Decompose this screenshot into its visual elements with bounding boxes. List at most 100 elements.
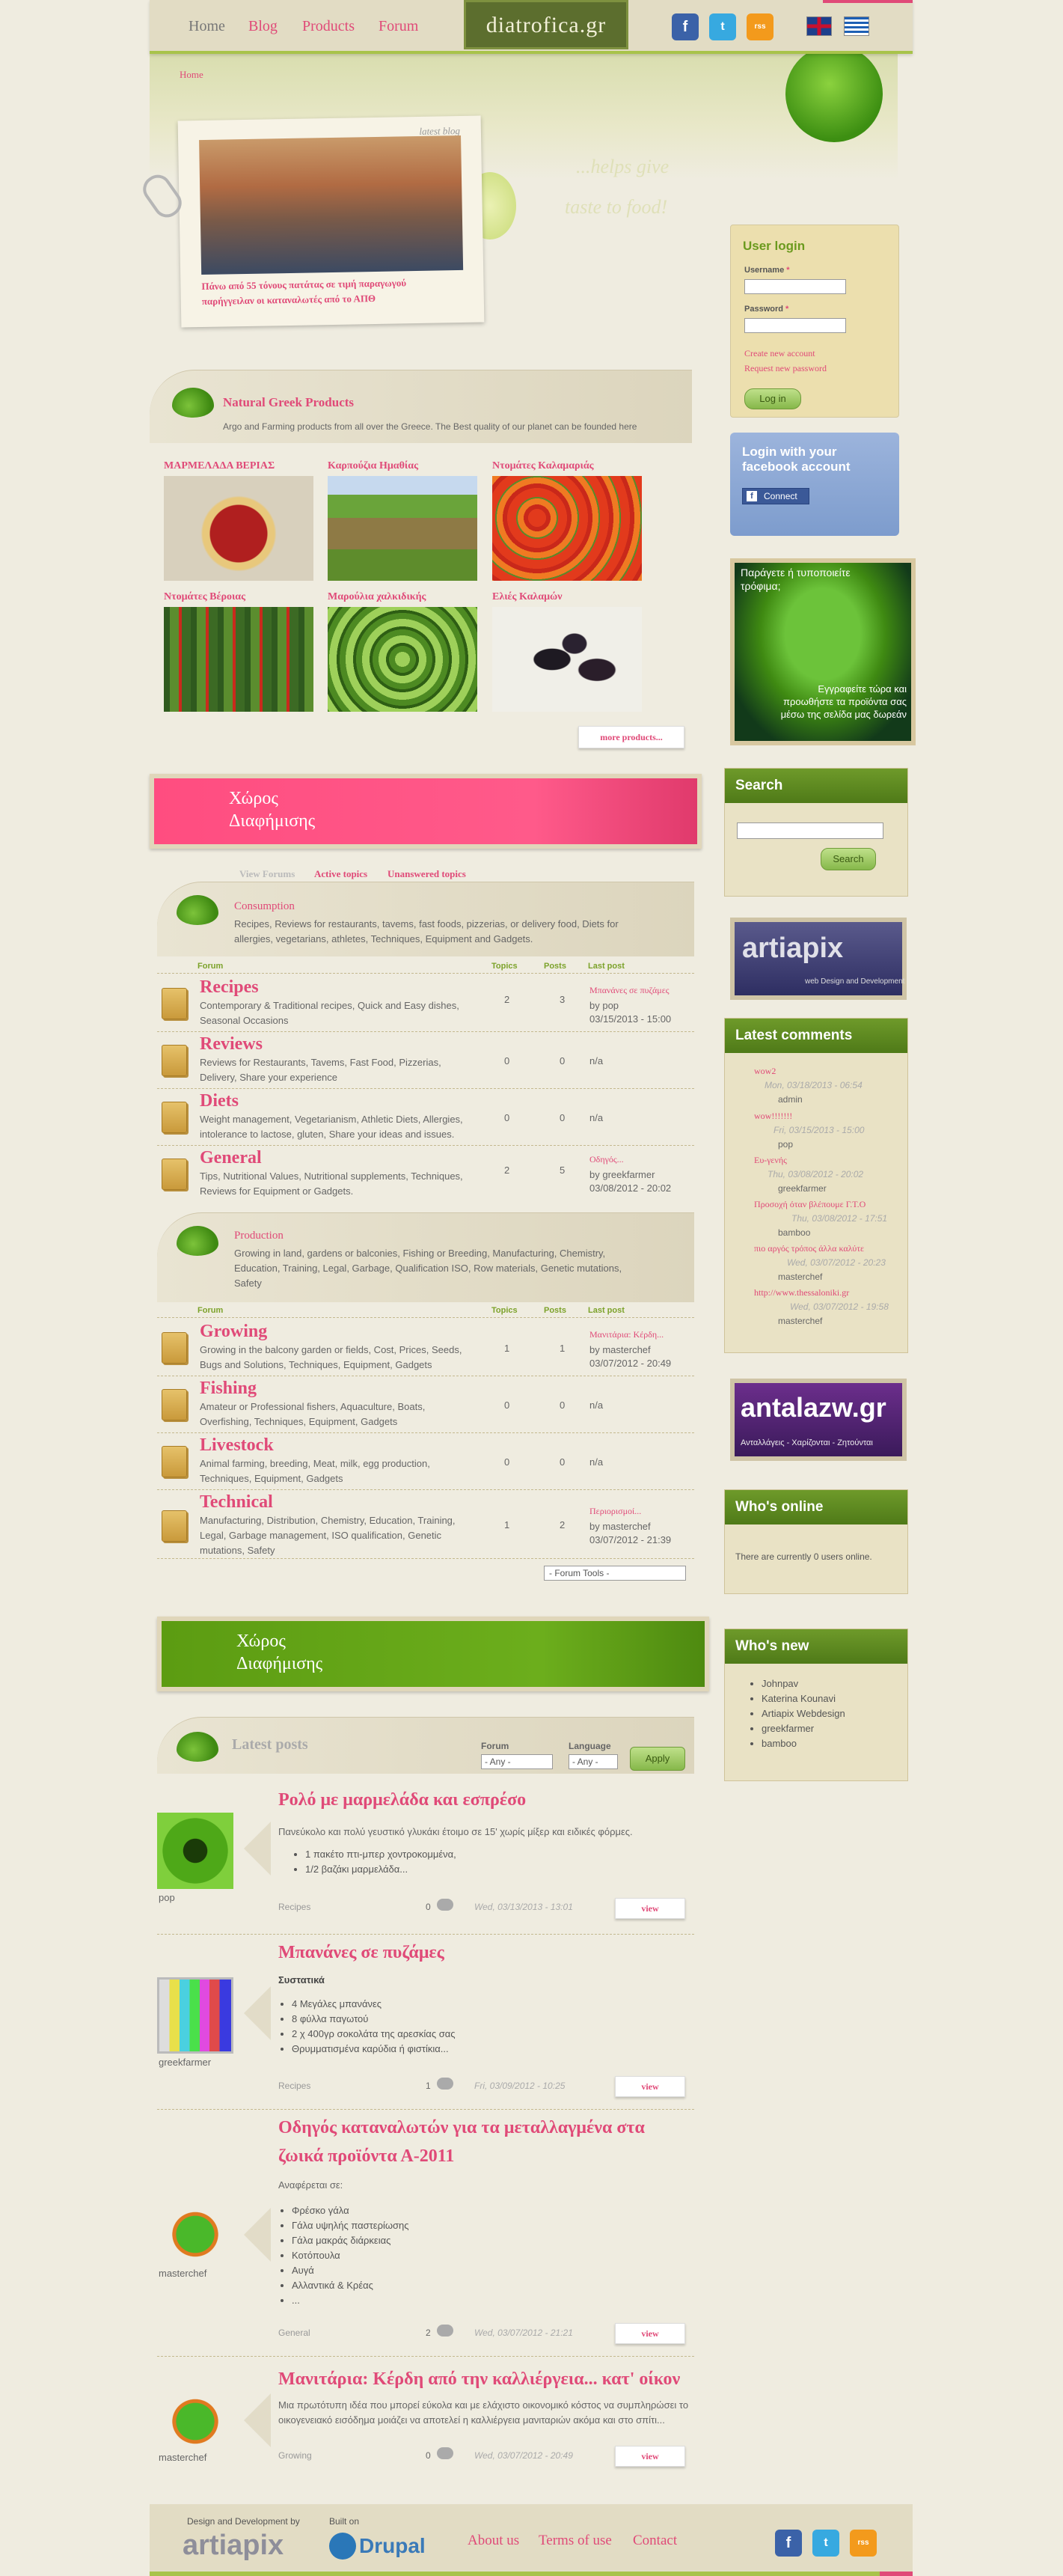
apply-button[interactable]: Apply — [630, 1747, 685, 1771]
forum-name[interactable]: Reviews — [200, 1034, 263, 1054]
promo-banner[interactable]: Παράγετε ή τυποποιείτε τρόφιμα; Εγγραφεί… — [730, 558, 916, 745]
footer-drupal-logo[interactable]: Drupal — [359, 2534, 426, 2558]
latest-blog-title[interactable]: Πάνω από 55 τόνους πατάτας σε τιμή παραγ… — [201, 275, 456, 309]
post-title[interactable]: Ρολό με μαρμελάδα και εσπρέσο — [278, 1786, 682, 1814]
greek-flag-icon[interactable] — [844, 16, 869, 36]
post-category[interactable]: General — [278, 2328, 310, 2338]
avatar[interactable] — [157, 2197, 233, 2265]
view-button[interactable]: view — [615, 2076, 685, 2097]
post-author[interactable]: masterchef — [159, 2268, 206, 2279]
forum-name[interactable]: Diets — [200, 1091, 239, 1111]
avatar[interactable] — [157, 2384, 233, 2452]
last-post-link[interactable]: Οδηγός... — [589, 1154, 624, 1165]
product-image[interactable] — [328, 476, 477, 581]
tab-unanswered-topics[interactable]: Unanswered topics — [387, 868, 466, 880]
footer-about-link[interactable]: About us — [468, 2533, 519, 2549]
post-category[interactable]: Growing — [278, 2450, 312, 2461]
comment-link[interactable]: wow!!!!!!! — [754, 1111, 792, 1122]
post-author[interactable]: pop — [159, 1892, 175, 1903]
english-flag-icon[interactable] — [806, 16, 832, 36]
nav-forum[interactable]: Forum — [379, 18, 418, 35]
new-user[interactable]: greekfarmer — [762, 1721, 845, 1736]
comment-link[interactable]: πιο αργός τρόπος άλλα καλύτε — [754, 1243, 864, 1254]
facebook-icon[interactable]: f — [672, 13, 699, 40]
view-button[interactable]: view — [615, 1898, 685, 1919]
product-image[interactable] — [492, 476, 642, 581]
post-author[interactable]: greekfarmer — [159, 2057, 211, 2068]
post-author[interactable]: masterchef — [159, 2452, 206, 2463]
twitter-icon[interactable]: t — [709, 13, 736, 40]
post-title[interactable]: Οδηγός καταναλωτών για τα μεταλλαγμένα σ… — [278, 2113, 690, 2170]
post-category[interactable]: Recipes — [278, 2081, 310, 2091]
comment-author[interactable]: masterchef — [778, 1272, 822, 1282]
tab-active-topics[interactable]: Active topics — [314, 868, 367, 880]
nav-home[interactable]: Home — [189, 18, 225, 35]
product-label[interactable]: Ελιές Καλαμών — [492, 591, 563, 603]
password-input[interactable] — [744, 318, 846, 333]
antalazw-banner[interactable]: antalazw.gr Ανταλλάγεις - Χαρίζονται - Ζ… — [730, 1379, 907, 1461]
username-input[interactable] — [744, 279, 846, 294]
post-title[interactable]: Μπανάνες σε πυζάμες — [278, 1938, 682, 1967]
container-title[interactable]: Consumption — [234, 900, 295, 913]
post-category[interactable]: Recipes — [278, 1902, 310, 1912]
latest-blog-card[interactable]: latest blog Πάνω από 55 τόνους πατάτας σ… — [177, 115, 485, 328]
filter-forum-select[interactable]: - Any - — [481, 1754, 553, 1769]
new-user[interactable]: Katerina Kounavi — [762, 1691, 845, 1706]
post-title[interactable]: Μανιτάρια: Κέρδη από την καλλιέργεια... … — [278, 2365, 690, 2393]
forum-name[interactable]: Growing — [200, 1322, 267, 1342]
comment-link[interactable]: Ευ-γενής — [754, 1155, 787, 1166]
rss-icon[interactable]: rss — [747, 13, 773, 40]
forum-name[interactable]: Fishing — [200, 1379, 257, 1399]
comment-link[interactable]: wow2 — [754, 1066, 776, 1077]
nav-blog[interactable]: Blog — [248, 18, 278, 35]
avatar[interactable] — [157, 1813, 233, 1889]
comment-author[interactable]: bamboo — [778, 1227, 810, 1238]
login-button[interactable]: Log in — [744, 388, 801, 409]
avatar[interactable] — [157, 1977, 233, 2054]
product-label[interactable]: Μαρούλια χαλκιδικής — [328, 591, 426, 603]
footer-facebook-icon[interactable]: f — [775, 2530, 802, 2557]
product-image[interactable] — [164, 476, 313, 581]
create-account-link[interactable]: Create new account — [744, 348, 815, 359]
container-title[interactable]: Production — [234, 1230, 284, 1242]
ad-banner-green[interactable]: Χώρος Διαφήμισης — [162, 1621, 705, 1687]
view-button[interactable]: view — [615, 2446, 685, 2467]
comment-author[interactable]: admin — [778, 1094, 803, 1105]
product-label[interactable]: Καρπούζια Ημαθίας — [328, 460, 418, 472]
new-user[interactable]: Artiapix Webdesign — [762, 1706, 845, 1721]
product-label[interactable]: ΜΑΡΜΕΛΑΔΑ ΒΕΡΙΑΣ — [164, 460, 275, 472]
latest-blog-image[interactable] — [199, 135, 464, 275]
comment-author[interactable]: pop — [778, 1139, 793, 1150]
artiapix-banner[interactable]: artiapix web Design and Development — [730, 918, 907, 1000]
tab-view-forums[interactable]: View Forums — [239, 868, 295, 880]
search-button[interactable]: Search — [821, 848, 876, 870]
request-password-link[interactable]: Request new password — [744, 363, 827, 374]
footer-artiapix-logo[interactable]: artiapix — [183, 2530, 284, 2562]
forum-name[interactable]: Recipes — [200, 977, 259, 998]
last-post-link[interactable]: Μανιτάρια: Κέρδη... — [589, 1329, 664, 1340]
nav-products[interactable]: Products — [302, 18, 355, 35]
last-post-link[interactable]: Μπανάνες σε πυζάμες — [589, 985, 670, 996]
more-products-button[interactable]: more products... — [578, 726, 684, 748]
forum-name[interactable]: Technical — [200, 1492, 273, 1513]
new-user[interactable]: bamboo — [762, 1736, 845, 1751]
search-input[interactable] — [737, 822, 883, 839]
last-post-link[interactable]: Περιορισμοί... — [589, 1506, 641, 1517]
breadcrumb[interactable]: Home — [180, 69, 203, 81]
comment-link[interactable]: Προσοχή όταν βλέπουμε Γ.Τ.Ο — [754, 1199, 866, 1210]
forum-name[interactable]: General — [200, 1148, 262, 1168]
forum-tools-select[interactable]: - Forum Tools - — [544, 1566, 686, 1581]
footer-twitter-icon[interactable]: t — [812, 2530, 839, 2557]
product-label[interactable]: Ντομάτες Βέροιας — [164, 591, 245, 603]
view-button[interactable]: view — [615, 2323, 685, 2344]
comment-author[interactable]: greekfarmer — [778, 1183, 827, 1194]
footer-terms-link[interactable]: Terms of use — [539, 2533, 612, 2549]
comment-author[interactable]: masterchef — [778, 1316, 822, 1326]
footer-contact-link[interactable]: Contact — [633, 2533, 677, 2549]
product-image[interactable] — [492, 607, 642, 712]
product-image[interactable] — [328, 607, 477, 712]
footer-rss-icon[interactable]: rss — [850, 2530, 877, 2557]
ad-banner-pink[interactable]: Χώρος Διαφήμισης — [154, 778, 697, 844]
forum-name[interactable]: Livestock — [200, 1435, 274, 1456]
facebook-login-box[interactable]: Login with your facebook account Connect… — [730, 433, 899, 536]
